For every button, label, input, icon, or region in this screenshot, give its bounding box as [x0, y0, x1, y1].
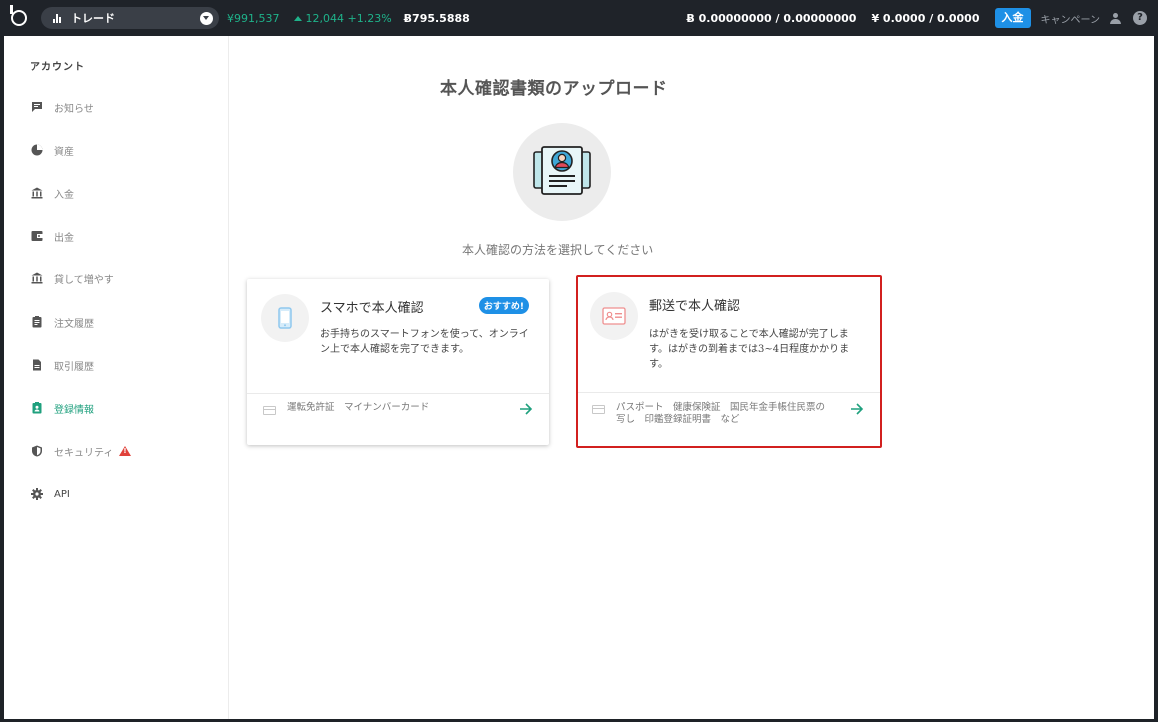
document-icon	[31, 359, 43, 371]
bank-icon	[31, 272, 43, 284]
accepted-documents: 運転免許証 マイナンバーカード	[287, 402, 430, 413]
sidebar-item-label: 注文履歴	[54, 318, 94, 330]
arrow-right-icon	[520, 403, 533, 415]
card-description: お手持ちのスマートフォンを使って、オンライン上で本人確認を完了できます。	[320, 329, 529, 355]
sidebar-item-label: 入金	[54, 189, 74, 201]
accepted-documents: パスポート 健康保険証 国民年金手帳住民票の写し 印鑑登録証明書 など	[616, 402, 826, 425]
card-title: スマホで本人確認	[320, 301, 424, 316]
sidebar-item-lending[interactable]: 貸して増やす	[31, 270, 114, 286]
id-document-icon	[533, 146, 591, 195]
main-panel: アカウント お知らせ 資産 入金 出金 貸して増やす 注文履歴 取引履歴 登録情…	[4, 36, 1154, 719]
jpy-balance: ¥ 0.0000 / 0.0000	[871, 11, 980, 25]
sidebar-item-assets[interactable]: 資産	[31, 142, 74, 158]
sidebar: アカウント お知らせ 資産 入金 出金 貸して増やす 注文履歴 取引履歴 登録情…	[4, 36, 229, 719]
recommended-badge: おすすめ!	[478, 297, 529, 314]
deposit-button[interactable]: 入金	[994, 8, 1031, 28]
card-divider	[247, 393, 549, 394]
sidebar-item-deposit[interactable]: 入金	[31, 185, 74, 201]
card-icon-circle	[261, 294, 309, 342]
sidebar-item-order-history[interactable]: 注文履歴	[31, 314, 94, 330]
bitbank-logo-icon[interactable]	[10, 5, 27, 26]
credit-card-icon	[263, 406, 276, 415]
identity-document-illustration	[513, 123, 611, 221]
bar-chart-icon	[53, 13, 61, 23]
sidebar-item-label: 登録情報	[54, 404, 94, 416]
sidebar-item-label: 貸して増やす	[54, 274, 114, 286]
trade-select-label: トレード	[71, 12, 115, 25]
card-icon-circle	[590, 292, 638, 340]
sidebar-item-api[interactable]: API	[31, 486, 70, 502]
sidebar-item-registration[interactable]: 登録情報	[31, 400, 94, 416]
id-badge-icon	[31, 402, 43, 414]
chevron-down-icon	[200, 11, 213, 25]
smartphone-icon	[278, 307, 292, 329]
warning-icon	[119, 446, 132, 456]
sidebar-item-trade-history[interactable]: 取引履歴	[31, 357, 94, 373]
top-bar: トレード ¥991,537 12,044 +1.23% Ƀ795.5888 Ƀ …	[0, 0, 1158, 36]
sidebar-item-label: 出金	[54, 232, 74, 244]
card-divider	[578, 392, 880, 393]
smartphone-verification-card[interactable]: スマホで本人確認 おすすめ! お手持ちのスマートフォンを使って、オンライン上で本…	[247, 279, 549, 445]
page-title: 本人確認書類のアップロード	[440, 79, 668, 99]
id-card-icon	[602, 307, 626, 325]
sidebar-item-notifications[interactable]: お知らせ	[31, 99, 94, 115]
mail-verification-card[interactable]: 郵送で本人確認 はがきを受け取ることで本人確認が完了します。はがきの到着までは3…	[576, 275, 882, 448]
arrow-up-icon	[293, 15, 302, 21]
content-area: 本人確認書類のアップロード 本人確認の方法を選択してください スマホで本人確認 …	[230, 36, 1154, 719]
price-change-value: 12,044 +1.23%	[305, 11, 392, 25]
campaign-link[interactable]: キャンペーン	[1041, 11, 1101, 26]
card-description: はがきを受け取ることで本人確認が完了します。はがきの到着までは3~4日程度かかり…	[649, 329, 850, 370]
price-change: 12,044 +1.23%	[293, 11, 392, 25]
sidebar-item-label: 取引履歴	[54, 361, 94, 373]
user-icon[interactable]	[1110, 12, 1121, 24]
page-subtitle: 本人確認の方法を選択してください	[462, 243, 654, 257]
sidebar-item-withdraw[interactable]: 出金	[31, 228, 74, 244]
credit-card-icon	[592, 405, 605, 414]
price-jpy: ¥991,537	[227, 11, 280, 25]
shield-icon	[31, 445, 43, 457]
sidebar-item-label: お知らせ	[54, 103, 94, 115]
sidebar-item-security[interactable]: セキュリティ	[31, 443, 132, 459]
wallet-icon	[31, 230, 43, 242]
help-icon[interactable]: ?	[1133, 11, 1147, 25]
message-icon	[31, 101, 43, 113]
clipboard-icon	[31, 316, 43, 328]
arrow-right-icon	[851, 403, 864, 415]
pie-chart-icon	[31, 144, 43, 156]
trade-pair-select[interactable]: トレード	[41, 7, 219, 29]
sidebar-item-label: 資産	[54, 146, 74, 158]
sidebar-title: アカウント	[30, 62, 85, 73]
bank-icon	[31, 187, 43, 199]
btc-balance: Ƀ 0.00000000 / 0.00000000	[686, 11, 857, 25]
btc-volume: Ƀ795.5888	[403, 11, 470, 25]
gear-icon	[31, 488, 43, 500]
sidebar-item-label: API	[54, 488, 70, 500]
card-title: 郵送で本人確認	[649, 299, 741, 314]
sidebar-item-label: セキュリティ	[54, 447, 114, 459]
